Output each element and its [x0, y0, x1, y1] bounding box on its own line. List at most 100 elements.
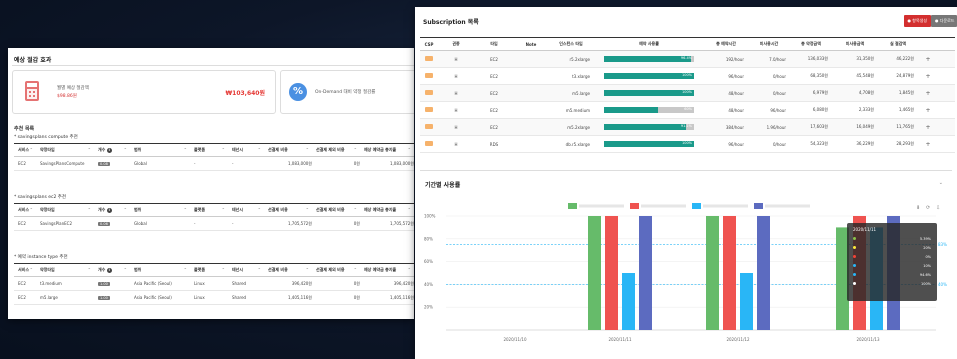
savings-title: 예상 절감 효과 — [14, 57, 52, 64]
column-header[interactable]: 선결제 제외 비용 — [312, 267, 360, 273]
x-tick-label: 2020/11/13 — [856, 337, 880, 342]
column-header[interactable]: 플랫폼 — [190, 267, 228, 273]
column-header[interactable]: 총 약정금액 — [790, 41, 832, 47]
count-badge: 0.06 — [98, 222, 110, 226]
column-header[interactable]: 미사용시간 — [748, 41, 790, 47]
legend-swatch[interactable] — [568, 203, 577, 209]
column-header[interactable]: 타입 — [474, 41, 514, 47]
column-header[interactable]: 테넌시 — [228, 207, 264, 213]
column-header[interactable]: 선결제 비용 — [264, 267, 312, 273]
table-cell — [420, 56, 438, 62]
table-row: H EC2 r5.2xlarge 96.4% 192/hour 7.0/hour 136,0… — [420, 51, 955, 68]
column-header[interactable]: 미사용금액 — [832, 41, 878, 47]
column-header[interactable]: 개수 i — [94, 267, 130, 273]
add-row-button[interactable]: + — [918, 124, 938, 131]
table-cell: 100% — [594, 141, 704, 147]
plus-icon[interactable]: + — [925, 73, 930, 80]
tooltip-value: 5.39% — [919, 237, 931, 241]
legend-swatch[interactable] — [754, 203, 763, 209]
table-cell: EC2 — [490, 90, 498, 96]
table-cell: 1.00 — [94, 295, 130, 300]
column-header[interactable]: Note — [514, 42, 548, 47]
table-cell: 7.0/hour — [769, 56, 786, 62]
plus-icon[interactable]: + — [925, 141, 930, 148]
info-icon: i — [106, 207, 112, 213]
column-header[interactable]: 개수 i — [94, 147, 130, 153]
legend-label — [765, 204, 810, 208]
add-row-button[interactable]: + — [918, 141, 938, 148]
column-header[interactable]: 플랫폼 — [190, 207, 228, 213]
column-header[interactable]: 범위 — [130, 147, 190, 153]
tooltip-row — [853, 282, 860, 286]
column-header[interactable]: 서비스 — [14, 267, 36, 273]
table-row: EC2 t3.medium 1.00 Asia Pacific (Seoul) Linu… — [14, 277, 414, 291]
table-cell: H — [454, 107, 458, 113]
table-cell: Global — [134, 221, 147, 226]
table-cell: 100% — [594, 73, 704, 79]
column-header[interactable]: 약정타입 — [36, 207, 94, 213]
table-cell: 1.00 — [94, 281, 130, 286]
bar — [723, 216, 736, 330]
column-header[interactable]: 약정타입 — [36, 147, 94, 153]
column-header[interactable]: 인스턴스 타입 — [548, 41, 594, 47]
tooltip-value: 10% — [923, 264, 931, 268]
table-cell — [420, 124, 438, 130]
table-row: H EC2 m5.large 100% 48/hour 0/hour 6,979원 4,708… — [420, 85, 955, 102]
plus-icon[interactable]: + — [925, 124, 930, 131]
recommend-table: 서비스약정타입개수 i범위플랫폼테넌시선결제 비용선결제 제외 비용예상 예약금… — [14, 203, 414, 231]
subscription-panel: Subscription 목록 ● 항목생성 ● 다운로드 CSP 권종 타입 Not… — [415, 7, 957, 359]
column-header[interactable]: 예상 예약금 총지출 — [360, 207, 414, 213]
column-header[interactable]: 예상 예약금 총지출 — [360, 147, 414, 153]
table-cell: 396,420원 — [393, 280, 414, 286]
monthly-savings-card: 월별 예상 절감액 $98.86원 ₩103,640원 — [12, 70, 276, 114]
table-cell: RDS — [489, 141, 499, 147]
column-header[interactable]: 실 절감액 — [878, 41, 918, 47]
column-header[interactable]: 테넌시 — [228, 267, 264, 273]
tooltip-value: 100% — [920, 282, 931, 286]
section-title: * 예약 instance type 추천 — [14, 255, 68, 260]
column-header[interactable]: 총 예약시간 — [704, 41, 748, 47]
table-cell: Shared — [232, 281, 247, 286]
column-header[interactable]: 서비스 — [14, 147, 36, 153]
plus-icon[interactable]: + — [925, 90, 930, 97]
table-cell: 91.1% — [594, 124, 704, 130]
table-cell: - — [194, 161, 196, 166]
usage-bar-fill — [604, 124, 686, 130]
count-badge: 1.00 — [98, 282, 110, 286]
column-header[interactable]: 개수 i — [94, 207, 130, 213]
column-header[interactable]: 서비스 — [14, 207, 36, 213]
download-button[interactable]: ● 다운로드 — [931, 15, 957, 27]
column-header[interactable]: 선결제 비용 — [264, 207, 312, 213]
column-header[interactable]: 예약 사용률 — [594, 41, 704, 47]
chevron-down-icon[interactable]: ⌄ — [939, 180, 943, 186]
table-cell: 68,350원 — [810, 73, 828, 78]
add-row-button[interactable]: + — [918, 56, 938, 63]
create-item-button[interactable]: ● 항목생성 — [903, 15, 931, 27]
plus-icon[interactable]: + — [925, 56, 930, 63]
bar — [740, 273, 753, 330]
table-cell: 0.06 — [94, 221, 130, 226]
add-row-button[interactable]: + — [918, 90, 938, 97]
column-header[interactable]: CSP — [420, 42, 438, 47]
table-cell: 1.96/hour — [766, 124, 786, 130]
column-header[interactable]: 선결제 비용 — [264, 147, 312, 153]
legend-swatch[interactable] — [692, 203, 701, 209]
add-row-button[interactable]: + — [918, 73, 938, 80]
column-header[interactable]: 범위 — [130, 207, 190, 213]
column-header[interactable]: 선결제 제외 비용 — [312, 207, 360, 213]
legend-swatch[interactable] — [630, 203, 639, 209]
export-icon: ⇩ — [936, 205, 940, 211]
column-header[interactable]: 플랫폼 — [190, 147, 228, 153]
column-header[interactable]: 예상 예약금 총지출 — [360, 267, 414, 273]
table-cell: EC2 — [18, 161, 26, 166]
add-row-button[interactable]: + — [918, 107, 938, 114]
column-header[interactable]: 범위 — [130, 267, 190, 273]
column-header[interactable]: 약정타입 — [36, 267, 94, 273]
monthly-savings-label: 월별 예상 절감액 — [57, 86, 89, 91]
column-header[interactable]: 테넌시 — [228, 147, 264, 153]
plus-icon[interactable]: + — [925, 107, 930, 114]
column-header[interactable]: 선결제 제외 비용 — [312, 147, 360, 153]
column-header[interactable]: 권종 — [438, 41, 474, 47]
table-cell: 60% — [594, 107, 704, 113]
table-row: H RDS db.r5.xlarge 100% 96/hour 0/hour 54,323원… — [420, 136, 955, 153]
